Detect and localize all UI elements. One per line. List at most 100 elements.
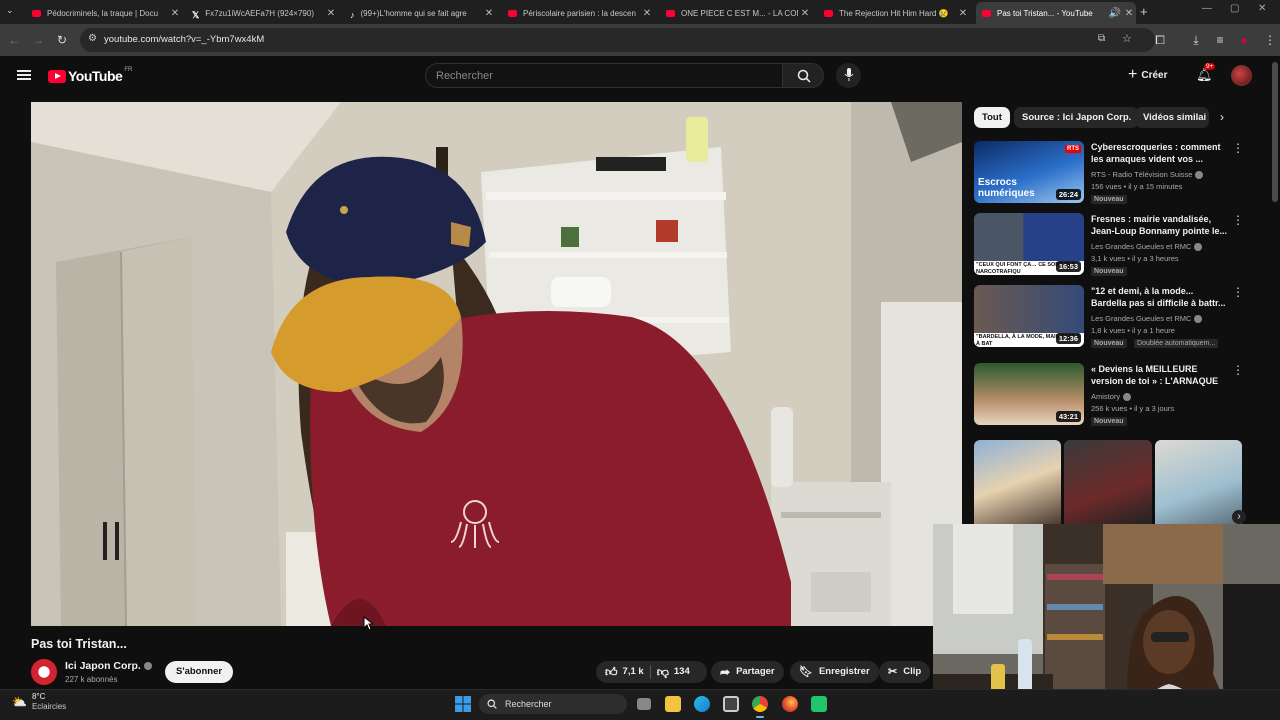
channel-name[interactable]: Les Grandes Gueules et RMC [1091,314,1203,324]
shorts-thumbnail[interactable] [1064,440,1152,524]
bookmark-icon: 🔖︎ [799,666,813,678]
more-options-icon[interactable]: ⋮ [1232,364,1244,376]
create-button[interactable]: + Créer [1128,65,1167,85]
store-icon[interactable] [723,696,739,712]
video-player[interactable] [31,102,962,626]
save-button[interactable]: 🔖︎ Enregistrer [790,661,879,683]
recommended-video[interactable]: "CEUX QUI FONT ÇA… CE SONT DES NARCOTRAF… [974,213,1244,279]
video-thumbnail[interactable]: "BARDELLA, À LA MODE, MAIS FACILE À BAT … [974,285,1084,347]
dislike-button[interactable]: 👎︎ 134 [657,661,690,683]
browser-tab[interactable]: ♪ (99+)L'homme qui se fait agre ✕ [344,2,496,24]
video-thumbnail[interactable]: "CEUX QUI FONT ÇA… CE SONT DES NARCOTRAF… [974,213,1084,275]
recommended-video[interactable]: "BARDELLA, À LA MODE, MAIS FACILE À BAT … [974,285,1244,351]
taskbar-search[interactable]: Rechercher [479,694,627,714]
site-info-icon[interactable]: ⚙ [88,33,97,44]
chips-next-icon[interactable]: › [1220,110,1224,124]
youtube-logo[interactable]: YouTube FR [48,67,132,84]
speaker-icon[interactable]: 🔊 [1108,8,1122,19]
notifications-button[interactable]: 🔔︎ 9+ [1196,63,1216,84]
recommended-video[interactable]: 43:21 « Deviens la MEILLEURE version de … [974,363,1244,429]
close-tab-icon[interactable]: ✕ [1122,8,1136,19]
browser-tab[interactable]: ONE PIECE C EST M... - LA COM ✕ [660,2,812,24]
back-icon[interactable]: ← [6,32,22,48]
browser-tab[interactable]: 𝕏 Fx7zu1iWcAEFa7H (924×790) ✕ [186,2,338,24]
shorts-thumbnail[interactable] [1155,440,1242,524]
shorts-thumbnail[interactable] [974,440,1061,524]
video-title[interactable]: « Deviens la MEILLEURE version de toi » … [1091,363,1229,388]
chip-all[interactable]: Tout [974,107,1010,128]
new-tab-button[interactable]: + [1140,4,1148,19]
search-input[interactable]: Rechercher [425,63,782,88]
browser-tab[interactable]: Périscolaire parisien : la descen ✕ [502,2,654,24]
close-tab-icon[interactable]: ✕ [324,8,338,19]
task-view-icon[interactable] [637,698,651,710]
more-options-icon[interactable]: ⋮ [1232,214,1244,226]
channel-name[interactable]: Amistory [1091,392,1132,402]
browser-tab-active[interactable]: Pas toi Tristan... - YouTube 🔊 ✕ [976,2,1136,24]
youtube-icon [824,9,833,17]
video-title[interactable]: Cyberescroqueries : comment les arnaques… [1091,141,1229,165]
video-meta: 3,1 k vues • il y a 3 heures [1091,254,1179,263]
video-thumbnail[interactable]: 43:21 [974,363,1084,425]
verified-icon [1194,315,1203,324]
weather-widget[interactable]: ⛅ 8°C Eclaircies [12,692,66,712]
hamburger-menu-icon[interactable] [17,68,31,82]
more-options-icon[interactable]: ⋮ [1232,286,1244,298]
close-window-button[interactable]: ✕ [1258,3,1266,14]
tab-search-icon[interactable]: ⌄ [6,5,14,16]
chrome-menu-icon[interactable]: ⋮ [1262,32,1278,48]
media-icon[interactable]: ≡ [1212,32,1228,48]
download-icon[interactable]: ⤓ [1188,32,1204,48]
search-button[interactable] [782,63,824,88]
edge-icon[interactable] [694,696,710,712]
voice-search-button[interactable] [836,63,861,88]
video-title[interactable]: "12 et demi, à la mode... Bardella pas s… [1091,285,1229,309]
close-tab-icon[interactable]: ✕ [168,8,182,19]
reload-icon[interactable]: ↻ [54,32,70,48]
video-duration: 26:24 [1055,189,1081,200]
windows-logo-icon [455,696,471,712]
chip-source[interactable]: Source : Ici Japon Corp. [1014,107,1140,128]
new-badge: Nouveau [1091,417,1127,426]
close-tab-icon[interactable]: ✕ [640,8,654,19]
close-tab-icon[interactable]: ✕ [956,8,970,19]
browser-tab[interactable]: Pédocriminels, la traque | Docu ✕ [26,2,182,24]
forward-icon[interactable]: → [30,32,46,48]
close-tab-icon[interactable]: ✕ [798,8,812,19]
share-button[interactable]: ➦ Partager [711,661,784,683]
channel-name[interactable]: RTS - Radio Télévision Suisse [1091,170,1204,180]
minimize-button[interactable]: — [1202,3,1212,14]
file-explorer-icon[interactable] [665,696,681,712]
scissors-icon: ✂ [888,666,898,678]
verified-icon [1123,393,1132,402]
extensions-icon[interactable]: ⧠ [1152,32,1168,48]
app-icon[interactable] [811,696,827,712]
like-button[interactable]: 👍︎ 7,1 k [605,661,644,683]
weather-temp: 8°C [31,692,46,701]
x-icon: 𝕏 [192,9,200,20]
address-bar[interactable]: ⚙ youtube.com/watch?v=_-Ybm7wx4kM ⧉ ☆ [80,28,1155,52]
install-icon[interactable]: ⧉ [1098,33,1105,44]
clip-button[interactable]: ✂ Clip [879,661,931,683]
firefox-icon[interactable] [782,696,798,712]
close-tab-icon[interactable]: ✕ [482,8,496,19]
shorts-next-icon[interactable]: › [1232,510,1246,524]
maximize-button[interactable]: ▢ [1230,3,1239,14]
subscribe-button[interactable]: S'abonner [165,661,234,683]
channel-name-main[interactable]: Ici Japon Corp. [65,660,152,672]
channel-avatar[interactable] [31,659,57,685]
url-text[interactable]: youtube.com/watch?v=_-Ybm7wx4kM [104,34,264,45]
browser-tab[interactable]: The Rejection Hit Him Hard 😢 ✕ [818,2,970,24]
video-thumbnail[interactable]: Escrocs numériques RTS 26:24 [974,141,1084,203]
chrome-icon[interactable] [752,696,768,712]
more-options-icon[interactable]: ⋮ [1232,142,1244,154]
video-title[interactable]: Fresnes : mairie vandalisée, Jean-Loup B… [1091,213,1229,237]
profile-icon[interactable]: ● [1236,32,1252,48]
recommended-video[interactable]: Escrocs numériques RTS 26:24 Cyberescroq… [974,141,1244,207]
bookmark-star-icon[interactable]: ☆ [1122,32,1132,45]
page-scrollbar[interactable] [1272,62,1278,202]
channel-name[interactable]: Les Grandes Gueules et RMC [1091,242,1203,252]
start-button[interactable] [455,696,471,712]
chip-related[interactable]: Vidéos similai [1135,107,1209,128]
account-avatar[interactable] [1231,65,1252,86]
